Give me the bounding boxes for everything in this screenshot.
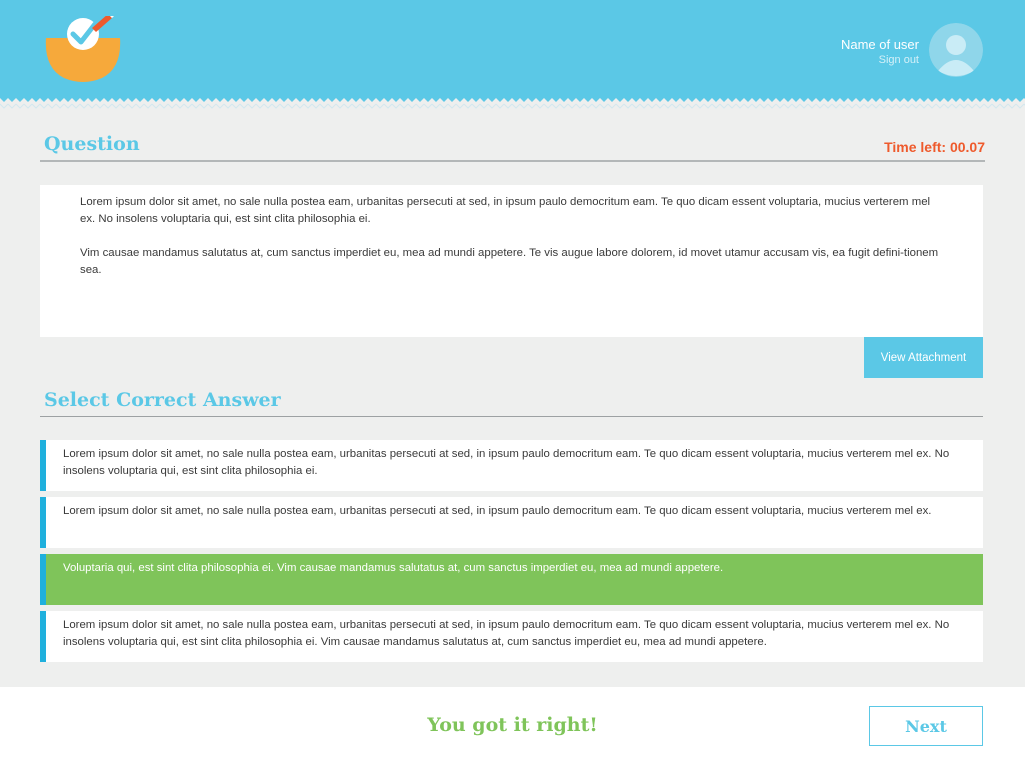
answer-option-2[interactable]: Lorem ipsum dolor sit amet, no sale null…: [40, 497, 983, 548]
footer-bar: You got it right! Next: [0, 687, 1025, 768]
answer-text: Lorem ipsum dolor sit amet, no sale null…: [63, 505, 932, 517]
question-divider: [40, 160, 985, 162]
instantly-logo[interactable]: [42, 16, 124, 84]
header-zigzag-edge: [0, 96, 1025, 110]
answer-text: Lorem ipsum dolor sit amet, no sale null…: [63, 619, 950, 648]
question-text: Lorem ipsum dolor sit amet, no sale null…: [80, 194, 945, 296]
user-name: Name of user: [840, 37, 919, 52]
answer-text: Voluptaria qui, est sint clita philosoph…: [63, 562, 724, 574]
answer-option-3-correct[interactable]: Voluptaria qui, est sint clita philosoph…: [40, 554, 983, 605]
answer-option-4[interactable]: Lorem ipsum dolor sit amet, no sale null…: [40, 611, 983, 662]
answer-indicator: [40, 554, 46, 605]
answer-option-1[interactable]: Lorem ipsum dolor sit amet, no sale null…: [40, 440, 983, 491]
answer-indicator: [40, 497, 46, 548]
view-attachment-button[interactable]: View Attachment: [864, 337, 983, 378]
question-box: Lorem ipsum dolor sit amet, no sale null…: [40, 185, 983, 337]
answers-heading: Select Correct Answer: [44, 389, 281, 411]
next-button[interactable]: Next: [869, 706, 983, 746]
user-info: Name of user Sign out: [841, 37, 919, 67]
answer-indicator: [40, 611, 46, 662]
question-heading: Question: [44, 133, 140, 155]
answers-divider: [40, 416, 983, 417]
user-avatar-icon: [929, 23, 983, 77]
avatar[interactable]: [929, 23, 983, 77]
question-paragraph: Lorem ipsum dolor sit amet, no sale null…: [80, 196, 931, 225]
sign-out-link[interactable]: Sign out: [841, 53, 919, 67]
time-left: Time left: 00.07: [884, 139, 985, 155]
header-bar: Name of user Sign out: [0, 0, 1025, 98]
question-paragraph: Vim causae mandamus salutatus at, cum sa…: [80, 247, 939, 276]
answer-indicator: [40, 440, 46, 491]
answer-text: Lorem ipsum dolor sit amet, no sale null…: [63, 448, 950, 477]
